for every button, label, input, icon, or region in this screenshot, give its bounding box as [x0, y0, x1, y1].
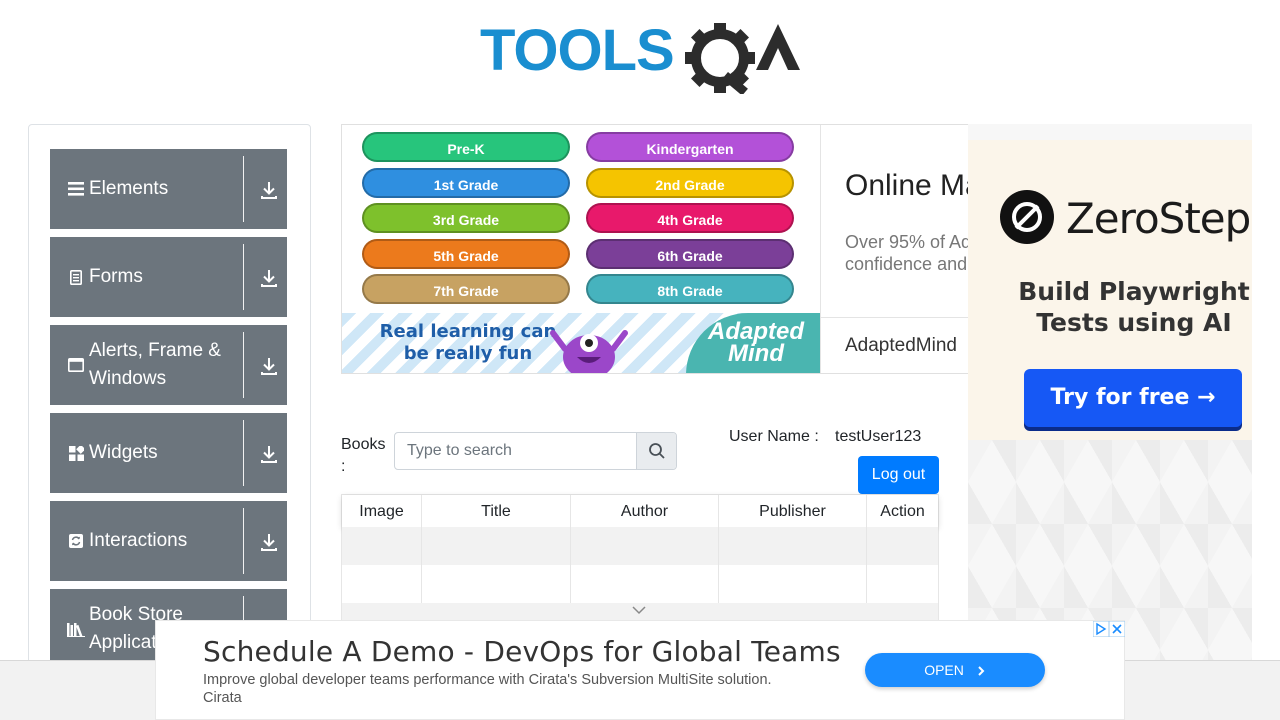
grade-6th[interactable]: 6th Grade	[586, 239, 794, 269]
table-cell	[342, 527, 422, 565]
grade-2nd[interactable]: 2nd Grade	[586, 168, 794, 198]
column-header[interactable]: Publisher	[719, 495, 867, 527]
download-arrow-icon[interactable]	[258, 355, 280, 377]
logout-button[interactable]: Log out	[858, 456, 939, 494]
divider	[820, 317, 980, 318]
ad-bottom-brand: Cirata	[203, 690, 242, 706]
search-button[interactable]	[636, 433, 676, 469]
column-header[interactable]: Title	[422, 495, 571, 527]
sidebar-group-interactions[interactable]: Interactions	[50, 501, 287, 581]
grade-8th[interactable]: 8th Grade	[586, 274, 794, 304]
table-cell	[719, 527, 867, 565]
column-header[interactable]: Action	[867, 495, 938, 527]
ad-tagline: Real learning can be really fun	[379, 321, 557, 364]
ad-desc-line: confidence and	[845, 254, 968, 274]
sidebar-group-label: Alerts, Frame & Windows	[89, 340, 221, 389]
window-icon	[67, 356, 85, 374]
sidebar-group-forms[interactable]: Forms	[50, 237, 287, 317]
open-button-label: OPEN	[924, 662, 964, 678]
grade-prek[interactable]: Pre-K	[362, 132, 570, 162]
adaptedmind-ad[interactable]: Pre-K Kindergarten 1st Grade 2nd Grade 3…	[341, 124, 981, 374]
divider	[820, 125, 821, 373]
books-table: Image Title Author Publisher Action	[341, 494, 939, 624]
grade-1st[interactable]: 1st Grade	[362, 168, 570, 198]
grade-7th[interactable]: 7th Grade	[362, 274, 570, 304]
divider	[243, 156, 244, 222]
grade-kindergarten[interactable]: Kindergarten	[586, 132, 794, 162]
adapted-banner: Real learning can be really fun Adapted …	[342, 313, 820, 373]
zerostep-panel: ZeroStep Build Playwright Tests using AI…	[968, 140, 1252, 440]
download-arrow-icon[interactable]	[258, 531, 280, 553]
ad-bottom-title[interactable]: Schedule A Demo - DevOps for Global Team…	[203, 635, 841, 668]
svg-text:TOOLS: TOOLS	[480, 18, 674, 83]
books-label: Books :	[341, 436, 386, 475]
right-gutter	[1252, 124, 1280, 660]
monster-mascot-icon	[550, 330, 628, 373]
zerostep-tagline: Build Playwright Tests using AI	[1018, 277, 1250, 337]
sidebar-group-label: Forms	[89, 266, 143, 287]
adchoices-close-icon[interactable]	[1093, 621, 1125, 637]
grade-4th[interactable]: 4th Grade	[586, 203, 794, 233]
divider	[243, 420, 244, 486]
toolsqa-logo[interactable]: TOOLS	[480, 14, 810, 96]
sidebar-group-widgets[interactable]: Widgets	[50, 413, 287, 493]
search-box	[394, 432, 677, 470]
library-icon	[67, 620, 85, 638]
chevron-down-icon[interactable]	[632, 605, 646, 615]
user-name-label: User Name :	[729, 428, 819, 445]
sidebar-group-label: Interactions	[89, 530, 188, 551]
sidebar-group-elements[interactable]: Elements	[50, 149, 287, 229]
table-cell	[719, 565, 867, 603]
sidebar-group-label: Widgets	[89, 442, 158, 463]
column-header[interactable]: Image	[342, 495, 422, 527]
adaptedmind-logo: Adapted Mind	[686, 313, 820, 373]
download-arrow-icon[interactable]	[258, 267, 280, 289]
zerostep-ad[interactable]: ZeroStep Build Playwright Tests using AI…	[968, 124, 1280, 664]
zerostep-brand: ZeroStep	[1066, 194, 1251, 243]
table-cell	[571, 565, 719, 603]
open-button[interactable]: OPEN	[865, 653, 1045, 687]
ad-bottom-description: Improve global developer teams performan…	[203, 672, 772, 688]
divider	[243, 508, 244, 574]
search-icon	[649, 443, 665, 459]
divider	[243, 244, 244, 310]
page: TOOLS Elements Forms Alerts, Frame & Win…	[0, 0, 1280, 720]
cirata-ad[interactable]: Schedule A Demo - DevOps for Global Team…	[155, 620, 1125, 720]
search-input[interactable]	[395, 433, 636, 469]
grade-5th[interactable]: 5th Grade	[362, 239, 570, 269]
ad-desc-line: Over 95% of Ad	[845, 232, 972, 252]
widgets-icon	[67, 444, 85, 462]
table-cell	[422, 527, 571, 565]
sidebar-group-alerts[interactable]: Alerts, Frame & Windows	[50, 325, 287, 405]
document-icon	[67, 268, 85, 286]
sidebar-group-label: Elements	[89, 178, 169, 199]
ad-brand: AdaptedMind	[845, 335, 957, 356]
ad-title: Online Ma	[845, 169, 981, 202]
table-row	[342, 565, 938, 603]
interactions-icon	[67, 532, 85, 550]
column-header[interactable]: Author	[571, 495, 719, 527]
table-header: Image Title Author Publisher Action	[342, 495, 938, 527]
chevron-right-icon	[978, 666, 985, 676]
grade-3rd[interactable]: 3rd Grade	[362, 203, 570, 233]
hamburger-icon	[67, 180, 85, 198]
download-arrow-icon[interactable]	[258, 443, 280, 465]
zerostep-logo-icon	[1000, 190, 1054, 244]
table-cell	[342, 565, 422, 603]
download-arrow-icon[interactable]	[258, 179, 280, 201]
user-name-value: testUser123	[835, 428, 922, 445]
table-cell	[571, 527, 719, 565]
table-cell	[422, 565, 571, 603]
try-for-free-button[interactable]: Try for free →	[1024, 369, 1242, 427]
ad-description: Over 95% of Ad confidence and	[845, 231, 971, 275]
table-row	[342, 527, 938, 565]
grade-buttons: Pre-K Kindergarten 1st Grade 2nd Grade 3…	[342, 125, 820, 313]
divider	[243, 332, 244, 398]
